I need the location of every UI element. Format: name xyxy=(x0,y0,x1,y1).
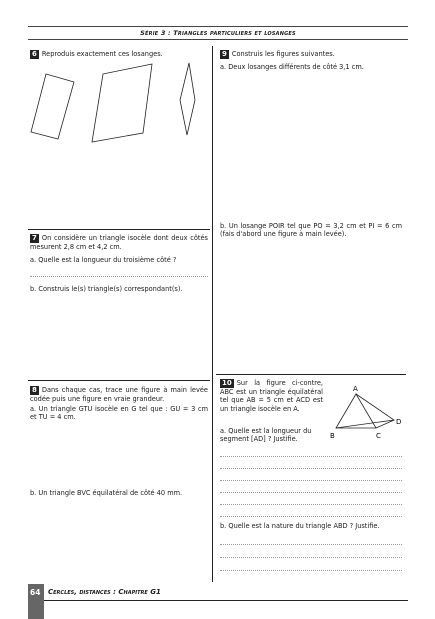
footer-rule xyxy=(44,600,408,601)
exercise-9-number: 9 xyxy=(220,50,229,59)
exercise-10-text: Sur la figure ci-contre, ABC est un tria… xyxy=(220,379,323,413)
exercise-9-question-a: a. Deux losanges différents de côté 3,1 … xyxy=(220,63,364,71)
rhombus-right xyxy=(179,62,196,136)
label-c: C xyxy=(376,432,381,440)
page-header: Série 3 : Triangles particuliers et losa… xyxy=(28,26,408,40)
separator-7-8 xyxy=(28,380,210,381)
exercise-7-answer-line xyxy=(30,276,208,277)
exercise-10b-answer-line-1 xyxy=(220,544,402,545)
column-divider xyxy=(212,46,213,582)
exercise-8-number: 8 xyxy=(30,386,39,395)
exercise-10a-answer-line-3 xyxy=(220,480,402,481)
exercise-8-question-a: a. Un triangle GTU isocèle en G tel que … xyxy=(30,405,208,422)
label-b: B xyxy=(330,432,335,440)
exercise-10b-answer-line-3 xyxy=(220,570,402,571)
exercise-10a-answer-line-2 xyxy=(220,468,402,469)
exercise-10a-answer-line-1 xyxy=(220,456,402,457)
exercise-7-question-a: a. Quelle est la longueur du troisième c… xyxy=(30,256,177,264)
exercise-10a-answer-line-5 xyxy=(220,504,402,505)
exercise-7-question-b: b. Construis le(s) triangle(s) correspon… xyxy=(30,285,183,293)
triangle-abc xyxy=(335,393,377,429)
exercise-10a-answer-line-6 xyxy=(220,516,402,517)
exercise-9-question-b: b. Un losange POIR tel que PO = 3,2 cm e… xyxy=(220,222,402,239)
exercise-6-statement: 6 Reproduis exactement ces losanges. xyxy=(30,50,208,59)
exercise-10b-answer-line-2 xyxy=(220,557,402,558)
exercise-9-statement: 9 Construis les figures suivantes. xyxy=(220,50,402,59)
exercise-10a-answer-line-4 xyxy=(220,492,402,493)
rhombus-middle xyxy=(91,63,153,143)
exercise-7-statement: 7 On considère un triangle isocèle dont d… xyxy=(30,234,208,251)
exercise-8-text: Dans chaque cas, trace une figure à main… xyxy=(30,386,208,403)
exercise-7-text: On considère un triangle isocèle dont de… xyxy=(30,234,208,251)
exercise-9-text: Construis les figures suivantes. xyxy=(231,50,335,58)
exercise-10-number: 10 xyxy=(220,379,234,388)
exercise-7-number: 7 xyxy=(30,234,39,243)
footer-page-number: 64 xyxy=(30,588,41,597)
separator-9-10 xyxy=(216,374,406,375)
label-a: A xyxy=(353,385,358,393)
exercise-6-text: Reproduis exactement ces losanges. xyxy=(41,50,163,58)
rhombus-left xyxy=(30,73,75,140)
exercise-10-figure: A B C D xyxy=(330,385,401,440)
exercise-8-question-b: b. Un triangle BVC équilatéral de côté 4… xyxy=(30,489,183,497)
exercise-6-rhombuses xyxy=(30,62,196,143)
exercise-8-statement: 8 Dans chaque cas, trace une figure à mai… xyxy=(30,386,208,403)
exercise-10-question-a: a. Quelle est la longueur du segment [AD… xyxy=(220,427,312,444)
footer-chapter-title: Cercles, distances : Chapitre G1 xyxy=(48,588,161,596)
exercise-10-question-b: b. Quelle est la nature du triangle ABD … xyxy=(220,522,380,530)
separator-6-7 xyxy=(28,229,210,230)
exercise-10-statement: 10 Sur la figure ci-contre, ABC est un tr… xyxy=(220,379,323,413)
label-d: D xyxy=(396,418,401,426)
exercise-6-number: 6 xyxy=(30,50,39,59)
